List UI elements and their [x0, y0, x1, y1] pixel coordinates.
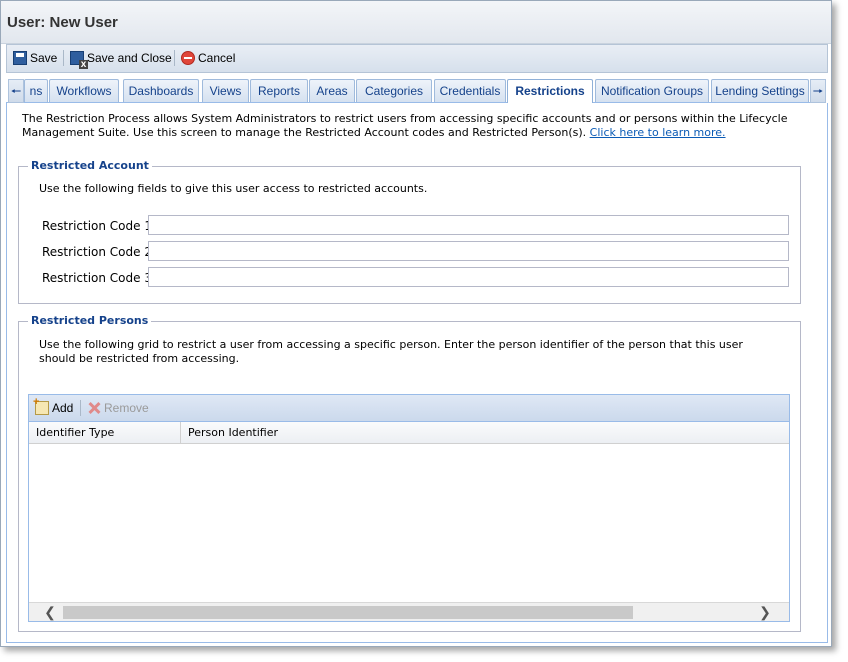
learn-more-link[interactable]: Click here to learn more.	[590, 126, 726, 139]
save-close-icon	[70, 51, 88, 69]
tab-strip: 🠔 ns Workflows Dashboards Views Reports …	[6, 78, 826, 103]
horizontal-scrollbar[interactable]: ❮ ❯	[29, 602, 789, 621]
toolbar-separator	[174, 50, 175, 66]
grid-toolbar: Add Remove	[29, 395, 789, 422]
restricted-persons-grid: Add Remove Identifier Type Person Identi…	[28, 394, 790, 622]
restriction-code-2-label: Restriction Code 2:	[42, 245, 157, 259]
tab-workflows[interactable]: Workflows	[49, 79, 119, 102]
restriction-code-1-input[interactable]	[148, 215, 789, 235]
add-label: Add	[52, 401, 74, 415]
cancel-icon	[181, 51, 195, 65]
toolbar-separator	[63, 50, 64, 66]
tab-areas[interactable]: Areas	[309, 79, 355, 102]
save-and-close-button[interactable]: Save and Close	[70, 49, 172, 69]
chevron-left-icon[interactable]: ❮	[41, 603, 59, 621]
arrow-right-icon: 🠖	[812, 84, 824, 98]
intro-text: The Restriction Process allows System Ad…	[22, 112, 788, 139]
restriction-code-3-label: Restriction Code 3:	[42, 271, 157, 285]
tab-reports[interactable]: Reports	[250, 79, 308, 102]
window-title: User: New User	[7, 14, 118, 31]
tab-lending-settings[interactable]: Lending Settings	[711, 79, 809, 102]
grid-toolbar-separator	[80, 400, 81, 416]
add-button[interactable]: Add	[33, 396, 74, 417]
title-bar: User: New User	[1, 1, 831, 44]
restricted-account-description: Use the following fields to give this us…	[39, 182, 428, 195]
tab-credentials[interactable]: Credentials	[434, 79, 506, 102]
save-button[interactable]: Save	[13, 49, 57, 67]
cancel-label: Cancel	[198, 51, 236, 65]
tab-restrictions[interactable]: Restrictions	[507, 79, 593, 103]
column-header-person-identifier[interactable]: Person Identifier	[181, 422, 789, 443]
add-icon	[33, 396, 49, 415]
user-window: User: New User Save Save and Close Cance…	[0, 0, 832, 647]
tab-dashboards[interactable]: Dashboards	[123, 79, 199, 102]
tab-notification-groups[interactable]: Notification Groups	[595, 79, 709, 102]
restriction-code-2-input[interactable]	[148, 241, 789, 261]
restriction-code-1-label: Restriction Code 1:	[42, 219, 157, 233]
restriction-code-3-input[interactable]	[148, 267, 789, 287]
cancel-button[interactable]: Cancel	[181, 49, 235, 67]
remove-icon	[87, 401, 101, 415]
restricted-persons-description: Use the following grid to restrict a use…	[39, 338, 743, 365]
tab-scroll-right[interactable]: 🠖	[810, 79, 826, 103]
arrow-left-icon: 🠔	[10, 84, 22, 98]
save-icon	[13, 51, 27, 65]
save-close-label: Save and Close	[87, 51, 172, 65]
scrollbar-thumb[interactable]	[63, 606, 633, 619]
column-header-identifier-type[interactable]: Identifier Type	[29, 422, 181, 443]
save-label: Save	[30, 51, 58, 65]
remove-button[interactable]: Remove	[87, 399, 149, 417]
tab-categories[interactable]: Categories	[356, 79, 432, 102]
tab-views[interactable]: Views	[202, 79, 249, 102]
restricted-persons-legend: Restricted Persons	[28, 314, 152, 327]
chevron-right-icon[interactable]: ❯	[756, 603, 774, 621]
restricted-account-legend: Restricted Account	[28, 159, 152, 172]
grid-header: Identifier Type Person Identifier	[29, 422, 789, 444]
tab-permissions[interactable]: ns	[24, 79, 48, 102]
tab-scroll-left[interactable]: 🠔	[8, 79, 24, 103]
remove-label: Remove	[104, 401, 149, 415]
toolbar: Save Save and Close Cancel	[6, 44, 828, 73]
